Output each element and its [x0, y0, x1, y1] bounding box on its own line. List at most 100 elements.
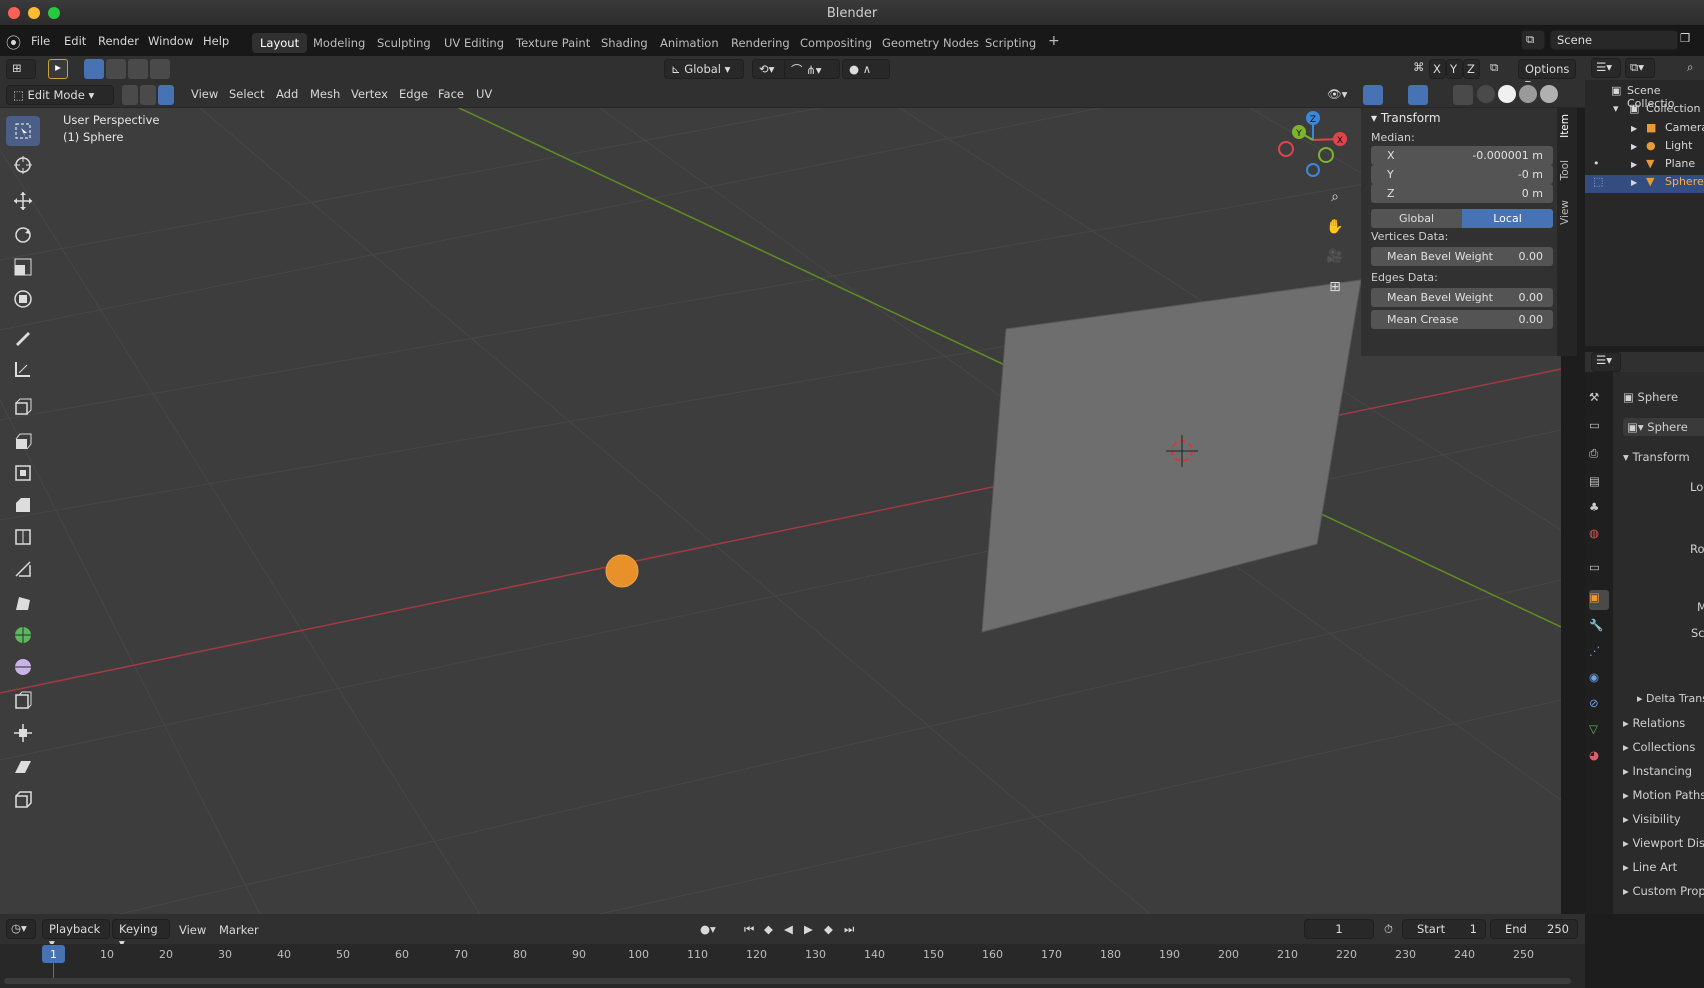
outliner-light-row[interactable]: ▶ ● Light — [1585, 139, 1704, 157]
instancing-header[interactable]: ▸ Instancing — [1623, 764, 1692, 778]
visibility-icon[interactable]: 👁▾ — [1327, 87, 1347, 101]
camera-view-icon[interactable]: 🎥 — [1322, 244, 1348, 270]
menu-mesh[interactable]: Mesh — [310, 87, 340, 101]
record-icon[interactable]: ●▾ — [700, 922, 716, 936]
view-layer-tab-icon[interactable]: ▤ — [1589, 474, 1609, 494]
particles-tab-icon[interactable]: ⋰ — [1589, 644, 1609, 664]
menu-file[interactable]: File — [31, 34, 50, 48]
outliner-camera-row[interactable]: ▶ ■ Camera — [1585, 121, 1704, 139]
shrink-fatten-tool-icon[interactable] — [6, 718, 40, 748]
select-mode-intersect-icon[interactable] — [150, 59, 170, 79]
menu-view[interactable]: View — [191, 87, 218, 101]
extrude-tool-icon[interactable] — [6, 426, 40, 456]
mirror-y-toggle[interactable]: Y — [1446, 59, 1463, 79]
mirror-icon[interactable]: ⌘ — [1413, 60, 1425, 74]
modifier-tab-icon[interactable]: 🔧 — [1589, 618, 1609, 638]
line-art-header[interactable]: ▸ Line Art — [1623, 860, 1677, 874]
output-tab-icon[interactable]: ⎙ — [1589, 446, 1609, 466]
select-box-tool-icon[interactable] — [6, 116, 40, 146]
median-z-field[interactable]: Z 0 m — [1371, 184, 1553, 203]
cursor-tool-icon[interactable] — [6, 150, 40, 180]
menu-edit[interactable]: Edit — [64, 34, 86, 48]
bevel-tool-icon[interactable] — [6, 490, 40, 520]
play-icon[interactable]: ▶ — [804, 922, 813, 936]
physics-tab-icon[interactable]: ◉ — [1589, 670, 1609, 690]
outliner-collection-row[interactable]: ▾ ▣ Collection — [1585, 102, 1704, 120]
display-mode-icon[interactable]: ⧉▾ — [1625, 58, 1655, 78]
tab-animation[interactable]: Animation — [652, 33, 727, 53]
transform-tool-icon[interactable] — [6, 284, 40, 314]
timeline-editor-type-icon[interactable]: ◷▾ — [6, 919, 36, 939]
rendered-shading-icon[interactable] — [1540, 85, 1558, 103]
current-frame-field[interactable]: 1 — [1304, 919, 1374, 939]
menu-select[interactable]: Select — [229, 87, 264, 101]
loop-cut-tool-icon[interactable] — [6, 522, 40, 552]
snapping-dropdown[interactable]: ⌒ ⋔▾ — [784, 59, 840, 79]
sphere-mesh[interactable] — [605, 554, 639, 588]
new-scene-icon[interactable]: ❐ — [1680, 31, 1690, 45]
collections-header[interactable]: ▸ Collections — [1623, 740, 1695, 754]
select-mode-subtract-icon[interactable] — [128, 59, 148, 79]
outliner-editor-type-icon[interactable]: ☰▾ — [1591, 58, 1621, 78]
timeline-scrollbar[interactable] — [4, 978, 1571, 984]
vertex-mean-bevel-weight-field[interactable]: Mean Bevel Weight 0.00 — [1371, 247, 1553, 266]
data-tab-icon[interactable]: ▽ — [1589, 722, 1609, 742]
outliner-plane-row[interactable]: • ▶ ▼ Plane — [1585, 157, 1704, 175]
face-select-icon[interactable] — [158, 85, 174, 105]
timeline-ruler[interactable]: 1 10 20 30 40 50 60 70 80 90 100 110 120… — [0, 944, 1585, 988]
scene-selector[interactable]: Scene — [1550, 30, 1678, 50]
properties-editor-type-icon[interactable]: ☰▾ — [1591, 352, 1621, 372]
timeline-marker-menu[interactable]: Marker — [219, 923, 259, 937]
delta-transform-header[interactable]: ▸ Delta Trans — [1637, 692, 1704, 705]
pivot-point-dropdown[interactable]: ⟲▾ — [752, 59, 788, 79]
playback-menu[interactable]: Playback ▾ — [42, 919, 110, 950]
menu-vertex[interactable]: Vertex — [351, 87, 388, 101]
filter-search-icon[interactable]: ⌕ — [1687, 60, 1693, 75]
menu-help[interactable]: Help — [203, 34, 229, 48]
overlay-toggle-icon[interactable] — [1408, 85, 1428, 105]
constraints-tab-icon[interactable]: ⊘ — [1589, 696, 1609, 716]
object-data-selector[interactable]: ▣▾ Sphere — [1623, 418, 1704, 436]
mode-dropdown[interactable]: ⬚ Edit Mode ▾ — [6, 85, 114, 105]
jump-end-icon[interactable]: ⏭ — [844, 922, 854, 937]
mirror-z-toggle[interactable]: Z — [1463, 59, 1480, 79]
tab-compositing[interactable]: Compositing — [792, 33, 880, 53]
spin-tool-icon[interactable] — [6, 620, 40, 650]
wireframe-shading-icon[interactable] — [1477, 85, 1495, 103]
3d-viewport[interactable]: User Perspective (1) Sphere Z X Y ⌕ ✋ 🎥 … — [0, 108, 1561, 914]
edge-mean-crease-field[interactable]: Mean Crease 0.00 — [1371, 310, 1553, 329]
material-tab-icon[interactable]: ◕ — [1589, 748, 1609, 768]
ortho-grid-icon[interactable]: ⊞ — [1322, 274, 1348, 300]
plane-mesh[interactable] — [981, 279, 1362, 633]
tab-view[interactable]: View — [1559, 200, 1571, 225]
local-toggle[interactable]: Local — [1462, 209, 1553, 228]
material-shading-icon[interactable] — [1519, 85, 1537, 103]
measure-tool-icon[interactable] — [6, 354, 40, 384]
start-frame-field[interactable]: Start 1 — [1402, 919, 1486, 939]
move-tool-icon[interactable] — [6, 186, 40, 216]
outliner-sphere-row[interactable]: ⬚ ▶ ▼ Sphere — [1585, 175, 1704, 193]
tab-sculpting[interactable]: Sculpting — [369, 33, 439, 53]
gizmo-neg-z[interactable] — [1306, 163, 1320, 177]
edge-select-icon[interactable] — [140, 85, 156, 105]
tab-item[interactable]: Item — [1559, 114, 1571, 138]
gizmo-neg-y[interactable] — [1318, 147, 1334, 163]
vertex-select-icon[interactable] — [122, 85, 138, 105]
visibility-header[interactable]: ▸ Visibility — [1623, 812, 1681, 826]
select-mode-new-icon[interactable] — [84, 59, 104, 79]
editor-type-icon[interactable]: ⊞ — [6, 59, 36, 79]
play-reverse-icon[interactable]: ◀ — [784, 922, 793, 936]
timer-icon[interactable]: ⏱ — [1384, 922, 1393, 937]
motion-paths-header[interactable]: ▸ Motion Paths — [1623, 788, 1704, 802]
edge-slide-tool-icon[interactable] — [6, 686, 40, 716]
tool-tab-icon[interactable]: ⚒ — [1589, 390, 1609, 410]
render-tab-icon[interactable]: ▭ — [1589, 418, 1609, 438]
tab-texture-paint[interactable]: Texture Paint — [508, 33, 598, 53]
menu-render[interactable]: Render — [98, 34, 139, 48]
viewport-display-header[interactable]: ▸ Viewport Dis — [1623, 836, 1704, 850]
menu-uv[interactable]: UV — [476, 87, 492, 101]
menu-window[interactable]: Window — [148, 34, 193, 48]
prev-keyframe-icon[interactable]: ◆ — [764, 922, 773, 936]
menu-edge[interactable]: Edge — [399, 87, 428, 101]
edge-mean-bevel-weight-field[interactable]: Mean Bevel Weight 0.00 — [1371, 288, 1553, 307]
